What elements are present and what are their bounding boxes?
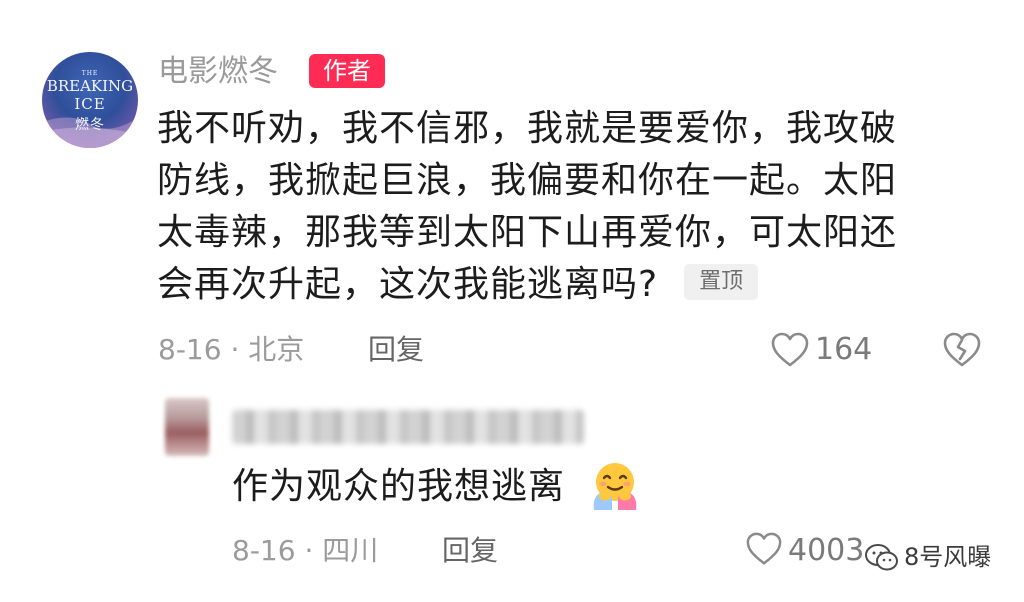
reply-button[interactable]: 回复 xyxy=(368,332,424,368)
author-avatar[interactable]: THE BREAKING ICE 燃冬 xyxy=(42,52,138,148)
reply-like-count: 4003 xyxy=(788,533,865,568)
comment-line: 我不听劝，我不信邪，我就是要爱你，我攻破 xyxy=(157,108,898,149)
reply-date-location: 8-16 · 四川 xyxy=(232,534,379,567)
broken-heart-icon[interactable] xyxy=(942,331,982,369)
comment-line-last: 会再次升起，这次我能逃离吗? 置顶 xyxy=(157,259,977,311)
comment-username[interactable]: 电影燃冬 xyxy=(158,52,278,92)
heart-outline-icon[interactable] xyxy=(770,331,810,369)
hugging-face-emoji xyxy=(593,463,637,510)
reply-avatar-blurred[interactable] xyxy=(165,398,209,456)
pinned-badge: 置顶 xyxy=(684,264,759,300)
avatar-logo-line: 燃冬 xyxy=(75,117,105,133)
comment-date-location: 8-16 · 北京 xyxy=(158,333,305,366)
comment-line: 太毒辣，那我等到太阳下山再爱你，可太阳还 xyxy=(157,212,898,253)
comment-text: 我不听劝，我不信邪，我就是要爱你，我攻破 防线，我掀起巨浪，我偏要和你在一起。太… xyxy=(157,103,977,311)
reply-username-blurred xyxy=(232,410,584,444)
watermark-text: 8号风曝 xyxy=(904,543,992,571)
avatar-logo-line: THE xyxy=(81,70,99,77)
comment-line: 防线，我掀起巨浪，我偏要和你在一起。太阳 xyxy=(157,160,898,201)
like-count: 164 xyxy=(815,332,873,367)
heart-outline-icon[interactable] xyxy=(745,531,783,567)
avatar-logo-line: ICE xyxy=(74,95,106,113)
reply-reply-button[interactable]: 回复 xyxy=(442,533,498,569)
wechat-icon xyxy=(865,544,898,571)
comment-line: 会再次升起，这次我能逃离吗? xyxy=(157,264,659,305)
avatar-logo-line: BREAKING xyxy=(46,77,134,95)
author-badge: 作者 xyxy=(309,54,385,88)
reply-text: 作为观众的我想逃离 xyxy=(232,466,566,507)
